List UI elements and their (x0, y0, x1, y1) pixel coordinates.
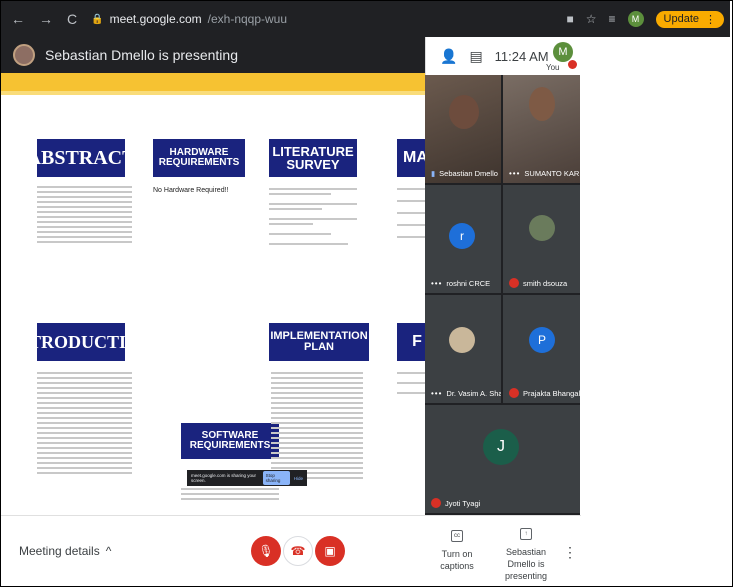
mark-body (397, 185, 425, 241)
participant-tile[interactable]: ••• SUMANTO KAR (503, 75, 580, 183)
participant-video (529, 87, 555, 121)
f-body (397, 369, 425, 397)
present-icon: ↑ (520, 528, 532, 540)
heading-literature: LITERATURE SURVEY (269, 139, 357, 177)
participant-name: smith dsouza (509, 278, 567, 288)
no-hardware-text: No Hardware Required!! (153, 187, 229, 194)
meeting-details-label: Meeting details (19, 544, 100, 558)
hang-up-icon: ☎ (290, 544, 306, 558)
participant-tile[interactable]: r ••• roshni CRCE (425, 185, 501, 293)
address-bar[interactable]: 🔒 meet.google.com/exh-nqqp-wuu (91, 12, 566, 26)
implementation-body (271, 369, 363, 482)
back-icon[interactable]: ← (11, 11, 25, 27)
reload-icon[interactable]: C (67, 11, 77, 27)
more-vert-icon: ⋮ (705, 13, 716, 26)
heading-f: F (397, 323, 425, 361)
software-body (181, 485, 279, 503)
self-avatar: M (553, 42, 573, 62)
mic-off-icon (509, 388, 519, 398)
introduction-body (37, 369, 132, 477)
heading-software: SOFTWARE REQUIREMENTS (181, 423, 279, 459)
heading-mark: MARK (397, 139, 425, 177)
presenter-bar: Sebastian Dmello is presenting (1, 37, 425, 73)
slide-banner (1, 73, 425, 91)
camera-toggle-button[interactable]: ▣ (315, 536, 345, 566)
participant-tile[interactable]: smith dsouza (503, 185, 580, 293)
extensions-icon[interactable]: ≡ (609, 12, 616, 26)
clock: 11:24 AM (494, 48, 549, 64)
share-notice-text: meet.google.com is sharing your screen. (191, 473, 257, 483)
shared-screen: ABSTRACT HARDWARE REQUIREMENTS LITERATUR… (1, 73, 425, 515)
presenting-button[interactable]: ↑ Sebastian Dmello is presenting (495, 528, 557, 582)
url-path: /exh-nqqp-wuu (207, 12, 288, 26)
participant-tile[interactable]: ▮ Sebastian Dmello (425, 75, 501, 183)
participant-avatar: J (483, 429, 519, 465)
participant-name: •••Dr. Vasim A. Shaikh (431, 389, 501, 398)
more-options-icon: ••• (431, 279, 443, 288)
mic-off-icon: 🎙 (258, 544, 274, 558)
heading-abstract: ABSTRACT (27, 139, 135, 177)
audio-level-icon: ▮ (431, 169, 436, 178)
mic-toggle-button[interactable]: 🎙 (251, 536, 281, 566)
mic-off-icon (509, 278, 519, 288)
browser-nav: ← → C (1, 11, 77, 27)
participant-video (449, 95, 479, 129)
more-options-icon: ••• (509, 169, 521, 178)
heading-introduction: INTRODUCTION (9, 323, 153, 361)
participant-name: Prajakta Bhangale C... (509, 388, 580, 398)
chevron-up-icon: ^ (105, 544, 112, 558)
camera-icon[interactable]: ■ (566, 12, 573, 26)
participant-avatar: P (529, 327, 555, 353)
participant-name: ▮ Sebastian Dmello (431, 169, 498, 178)
participant-tile[interactable]: J Jyoti Tyagi (425, 405, 580, 513)
hide-button[interactable]: Hide (294, 476, 303, 481)
captions-button[interactable]: cc Turn on captions (427, 530, 487, 572)
participant-avatar: r (449, 223, 475, 249)
participant-photo (529, 215, 555, 241)
forward-icon[interactable]: → (39, 11, 53, 27)
right-blank-area (580, 37, 730, 585)
star-icon[interactable]: ☆ (586, 12, 597, 26)
more-options-icon: ••• (431, 389, 443, 398)
heading-hardware: HARDWARE REQUIREMENTS (153, 139, 245, 177)
participant-name: ••• SUMANTO KAR (509, 169, 580, 178)
chat-icon[interactable]: ▤ (469, 48, 482, 65)
camera-off-icon: ▣ (324, 544, 336, 558)
leave-call-button[interactable]: ☎ (283, 536, 313, 566)
people-icon[interactable]: 👤 (440, 48, 457, 65)
profile-avatar[interactable]: M (627, 11, 644, 27)
stop-sharing-button[interactable]: Stop sharing (262, 471, 290, 485)
slide-banner-light (1, 91, 425, 95)
self-mute-icon (568, 60, 577, 69)
participant-name: Jyoti Tyagi (431, 498, 480, 508)
mic-off-icon (431, 498, 441, 508)
captions-label: Turn on captions (440, 549, 474, 571)
presenter-avatar (13, 44, 35, 66)
participants-grid: ▮ Sebastian Dmello ••• SUMANTO KAR r ••• ro… (425, 75, 580, 515)
abstract-body (37, 183, 132, 246)
participant-photo (449, 327, 475, 353)
lock-icon: 🔒 (91, 13, 104, 25)
participant-tile[interactable]: •••Dr. Vasim A. Shaikh (425, 295, 501, 403)
more-options-icon[interactable]: ⋮ (563, 544, 577, 561)
screen-share-notice: meet.google.com is sharing your screen. … (187, 470, 307, 486)
meeting-controls: Meeting details ^ 🎙 ☎ ▣ cc Turn on capti… (1, 515, 581, 585)
participant-tile[interactable]: P Prajakta Bhangale C... (503, 295, 580, 403)
url-host: meet.google.com (109, 12, 202, 26)
presenting-label: Sebastian Dmello is presenting (504, 547, 548, 581)
captions-icon: cc (451, 530, 463, 542)
literature-body (269, 185, 357, 248)
browser-toolbar: ← → C 🔒 meet.google.com/exh-nqqp-wuu ■ ☆… (1, 1, 730, 37)
update-button[interactable]: Update ⋮ (655, 10, 724, 28)
heading-implementation: IMPLEMENTATION PLAN (269, 323, 369, 361)
browser-actions: ■ ☆ ≡ M Update ⋮ (566, 10, 730, 28)
presenter-text: Sebastian Dmello is presenting (45, 47, 238, 63)
meeting-details-button[interactable]: Meeting details ^ (19, 544, 111, 558)
update-label: Update (663, 13, 699, 25)
participant-name: ••• roshni CRCE (431, 279, 491, 288)
self-label: You (546, 63, 560, 72)
